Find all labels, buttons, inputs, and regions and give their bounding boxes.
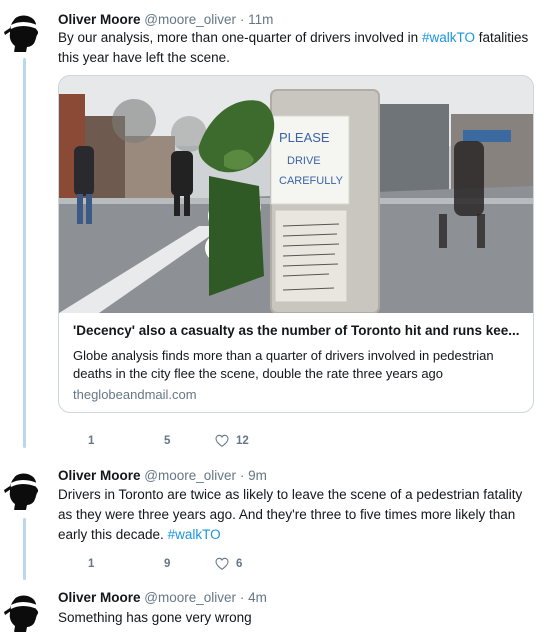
tweet-2[interactable]: Oliver Moore @moore_oliver · 9m Drivers … <box>0 460 546 580</box>
card-domain[interactable]: theglobeandmail.com <box>73 387 197 402</box>
tweet-timestamp[interactable]: 11m <box>248 12 273 27</box>
hashtag-link[interactable]: #walkTO <box>422 30 475 45</box>
retweet-count: 5 <box>164 435 171 447</box>
tweet-text-body: Something has gone very wrong <box>58 610 252 625</box>
reply-icon <box>66 558 82 572</box>
tweet-text: Something has gone very wrong <box>58 608 536 628</box>
like-icon <box>215 557 229 571</box>
tweet-header: Oliver Moore @moore_oliver · 11m <box>58 11 273 29</box>
author-name[interactable]: Oliver Moore <box>58 590 141 605</box>
retweet-button[interactable]: 9 <box>142 556 170 572</box>
author-handle[interactable]: @moore_oliver <box>144 590 236 605</box>
like-button[interactable]: 12 <box>214 433 249 449</box>
tweet-text-body: Drivers in Toronto are twice as likely t… <box>58 487 523 542</box>
tweet-timestamp[interactable]: 4m <box>248 590 267 605</box>
reply-count: 1 <box>88 435 95 447</box>
retweet-button[interactable]: 5 <box>142 433 170 449</box>
separator-dot: · <box>239 12 245 27</box>
tweet-text-body: By our analysis, more than one-quarter o… <box>58 30 422 45</box>
flag-avatar-icon <box>2 590 46 634</box>
reply-icon <box>66 435 82 449</box>
like-count: 12 <box>236 435 249 447</box>
sign-text-3: CAREFULLY <box>279 175 344 187</box>
retweet-icon <box>144 558 156 570</box>
sign-text-1: PLEASE <box>279 130 330 145</box>
like-count: 6 <box>236 558 243 570</box>
separator-dot: · <box>239 590 245 605</box>
tweet-1[interactable]: Oliver Moore @moore_oliver · 11m By our … <box>0 0 546 460</box>
retweet-icon <box>144 435 156 447</box>
retweet-count: 9 <box>164 558 171 570</box>
flag-avatar-icon <box>2 468 46 512</box>
tweet-timestamp[interactable]: 9m <box>248 468 267 483</box>
hashtag-link[interactable]: #walkTO <box>168 527 221 542</box>
separator-dot: · <box>239 468 245 483</box>
avatar[interactable] <box>2 468 46 512</box>
reply-count: 1 <box>88 558 95 570</box>
card-description: Globe analysis finds more than a quarter… <box>73 348 494 381</box>
tweet-text: Drivers in Toronto are twice as likely t… <box>58 485 536 545</box>
flag-avatar-icon <box>2 10 46 54</box>
author-handle[interactable]: @moore_oliver <box>144 468 236 483</box>
author-name[interactable]: Oliver Moore <box>58 468 141 483</box>
author-handle[interactable]: @moore_oliver <box>144 12 236 27</box>
reply-button[interactable]: 1 <box>66 556 94 572</box>
link-card[interactable]: PLEASE DRIVE CAREFULLY 'Decency' also a … <box>58 75 534 413</box>
tweet-text: By our analysis, more than one-quarter o… <box>58 28 536 68</box>
author-name[interactable]: Oliver Moore <box>58 12 141 27</box>
reply-button[interactable]: 1 <box>66 433 94 449</box>
like-icon <box>215 434 229 448</box>
avatar[interactable] <box>2 10 46 54</box>
tweet-3[interactable]: Oliver Moore @moore_oliver · 4m Somethin… <box>0 580 546 638</box>
card-title[interactable]: 'Decency' also a casualty as the number … <box>73 322 523 340</box>
sign-text-2: DRIVE <box>287 155 321 167</box>
tweet-header: Oliver Moore @moore_oliver · 9m <box>58 467 267 485</box>
avatar[interactable] <box>2 590 46 634</box>
like-button[interactable]: 6 <box>214 556 242 572</box>
tweet-header: Oliver Moore @moore_oliver · 4m <box>58 589 267 607</box>
card-image: PLEASE DRIVE CAREFULLY <box>59 76 533 313</box>
